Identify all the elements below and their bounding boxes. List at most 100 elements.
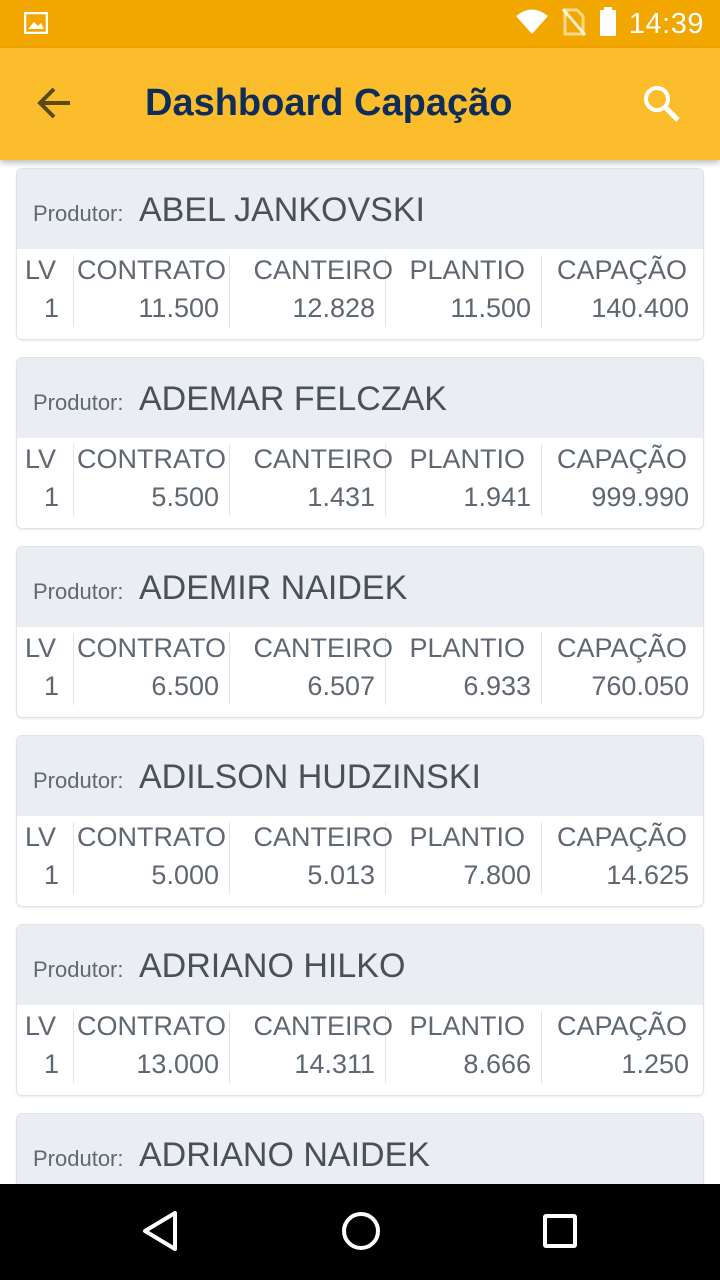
image-icon	[23, 11, 49, 39]
metrics-row: LV 1 CONTRATO 11.500 CANTEIRO 12.828 PLANTI…	[17, 249, 703, 339]
wifi-icon	[515, 9, 549, 40]
producer-name: ADRIANO NAIDEK	[139, 1136, 430, 1174]
lv-column: LV 1	[17, 633, 74, 705]
contrato-label: CONTRATO	[77, 822, 227, 852]
plantio-column: PLANTIO 7.800	[385, 822, 542, 894]
contrato-value: 6.500	[151, 671, 219, 701]
producer-name: ADILSON HUDZINSKI	[139, 758, 481, 796]
producer-label: Produtor:	[33, 390, 124, 415]
producer-name: ADEMIR NAIDEK	[139, 569, 408, 607]
lv-label: LV	[25, 1011, 57, 1041]
canteiro-label: CANTEIRO	[253, 822, 393, 852]
clock: 14:39	[628, 7, 704, 40]
capacao-label: CAPAÇÃO	[556, 633, 687, 663]
contrato-value: 5.500	[151, 482, 219, 512]
home-circle-icon[interactable]	[339, 1208, 383, 1259]
lv-label: LV	[25, 822, 57, 852]
plantio-value: 1.941	[463, 482, 531, 512]
contrato-value: 5.000	[151, 860, 219, 890]
contrato-column: CONTRATO 6.500	[73, 633, 230, 705]
canteiro-value: 5.013	[307, 860, 375, 890]
producer-label: Produtor:	[33, 1146, 124, 1171]
metrics-row: LV 1 CONTRATO 5.500 CANTEIRO 1.431 PLANTIO 1…	[17, 438, 703, 528]
producer-label: Produtor:	[33, 201, 124, 226]
producer-name: ADRIANO HILKO	[139, 947, 406, 985]
plantio-column: PLANTIO 8.666	[385, 1011, 542, 1083]
plantio-column: PLANTIO 1.941	[385, 444, 542, 516]
card-header: Produtor: ADRIANO HILKO	[17, 925, 703, 1005]
contrato-label: CONTRATO	[77, 255, 227, 285]
plantio-label: PLANTIO	[409, 255, 525, 285]
canteiro-column: CANTEIRO 14.311	[229, 1011, 393, 1083]
canteiro-label: CANTEIRO	[253, 255, 393, 285]
plantio-label: PLANTIO	[409, 1011, 525, 1041]
canteiro-value: 12.828	[292, 293, 375, 323]
navigation-bar	[0, 1184, 720, 1280]
search-icon[interactable]	[640, 82, 684, 131]
producer-card[interactable]: Produtor: ADILSON HUDZINSKI LV 1 CONTRATO…	[16, 735, 704, 907]
lv-value: 1	[44, 293, 60, 323]
producer-card[interactable]: Produtor: ADEMIR NAIDEK LV 1 CONTRATO 6.50…	[16, 546, 704, 718]
lv-label: LV	[25, 444, 57, 474]
plantio-label: PLANTIO	[409, 633, 525, 663]
canteiro-label: CANTEIRO	[253, 444, 393, 474]
contrato-column: CONTRATO 13.000	[73, 1011, 230, 1083]
producer-card[interactable]: Produtor: ADRIANO NAIDEK	[16, 1113, 704, 1184]
canteiro-column: CANTEIRO 5.013	[229, 822, 393, 894]
producer-label: Produtor:	[33, 579, 124, 604]
contrato-value: 13.000	[136, 1049, 219, 1079]
back-triangle-icon[interactable]	[140, 1208, 180, 1259]
producer-label: Produtor:	[33, 768, 124, 793]
producer-card[interactable]: Produtor: ADEMAR FELCZAK LV 1 CONTRATO 5.5…	[16, 357, 704, 529]
card-header: Produtor: ADILSON HUDZINSKI	[17, 736, 703, 816]
app-bar: Dashboard Capação	[0, 48, 720, 160]
capacao-column: CAPAÇÃO 1.250	[541, 1011, 703, 1083]
contrato-label: CONTRATO	[77, 444, 227, 474]
canteiro-column: CANTEIRO 1.431	[229, 444, 393, 516]
lv-value: 1	[44, 671, 60, 701]
lv-column: LV 1	[17, 822, 74, 894]
producer-label: Produtor:	[33, 957, 124, 982]
producer-card[interactable]: Produtor: ABEL JANKOVSKI LV 1 CONTRATO 11.…	[16, 168, 704, 340]
capacao-value: 999.990	[591, 482, 689, 512]
canteiro-column: CANTEIRO 6.507	[229, 633, 393, 705]
capacao-label: CAPAÇÃO	[556, 444, 687, 474]
plantio-value: 6.933	[463, 671, 531, 701]
producer-list[interactable]: Produtor: ABEL JANKOVSKI LV 1 CONTRATO 11.…	[0, 160, 720, 1184]
card-header: Produtor: ADEMIR NAIDEK	[17, 547, 703, 627]
no-sim-icon	[561, 7, 587, 42]
capacao-column: CAPAÇÃO 760.050	[541, 633, 703, 705]
contrato-column: CONTRATO 5.500	[73, 444, 230, 516]
status-bar: 14:39	[0, 0, 720, 48]
recents-square-icon[interactable]	[540, 1208, 580, 1259]
canteiro-label: CANTEIRO	[253, 633, 393, 663]
lv-label: LV	[25, 633, 57, 663]
producer-name: ADEMAR FELCZAK	[139, 380, 447, 418]
lv-column: LV 1	[17, 255, 74, 327]
plantio-column: PLANTIO 11.500	[385, 255, 542, 327]
contrato-label: CONTRATO	[77, 633, 227, 663]
capacao-value: 140.400	[591, 293, 689, 323]
plantio-label: PLANTIO	[409, 444, 525, 474]
lv-value: 1	[44, 482, 60, 512]
lv-value: 1	[44, 1049, 60, 1079]
capacao-column: CAPAÇÃO 14.625	[541, 822, 703, 894]
plantio-column: PLANTIO 6.933	[385, 633, 542, 705]
card-header: Produtor: ABEL JANKOVSKI	[17, 169, 703, 249]
metrics-row: LV 1 CONTRATO 13.000 CANTEIRO 14.311 PLANTI…	[17, 1005, 703, 1095]
card-header: Produtor: ADEMAR FELCZAK	[17, 358, 703, 438]
canteiro-label: CANTEIRO	[253, 1011, 393, 1041]
capacao-column: CAPAÇÃO 140.400	[541, 255, 703, 327]
capacao-value: 760.050	[591, 671, 689, 701]
canteiro-column: CANTEIRO 12.828	[229, 255, 393, 327]
lv-column: LV 1	[17, 444, 74, 516]
canteiro-value: 14.311	[294, 1049, 375, 1079]
capacao-value: 14.625	[606, 860, 689, 890]
card-header: Produtor: ADRIANO NAIDEK	[17, 1114, 703, 1184]
producer-card[interactable]: Produtor: ADRIANO HILKO LV 1 CONTRATO 13.0…	[16, 924, 704, 1096]
plantio-value: 8.666	[463, 1049, 531, 1079]
plantio-value: 7.800	[463, 860, 531, 890]
page-title: Dashboard Capação	[145, 82, 513, 124]
contrato-column: CONTRATO 11.500	[73, 255, 230, 327]
arrow-back-icon[interactable]	[36, 86, 74, 125]
